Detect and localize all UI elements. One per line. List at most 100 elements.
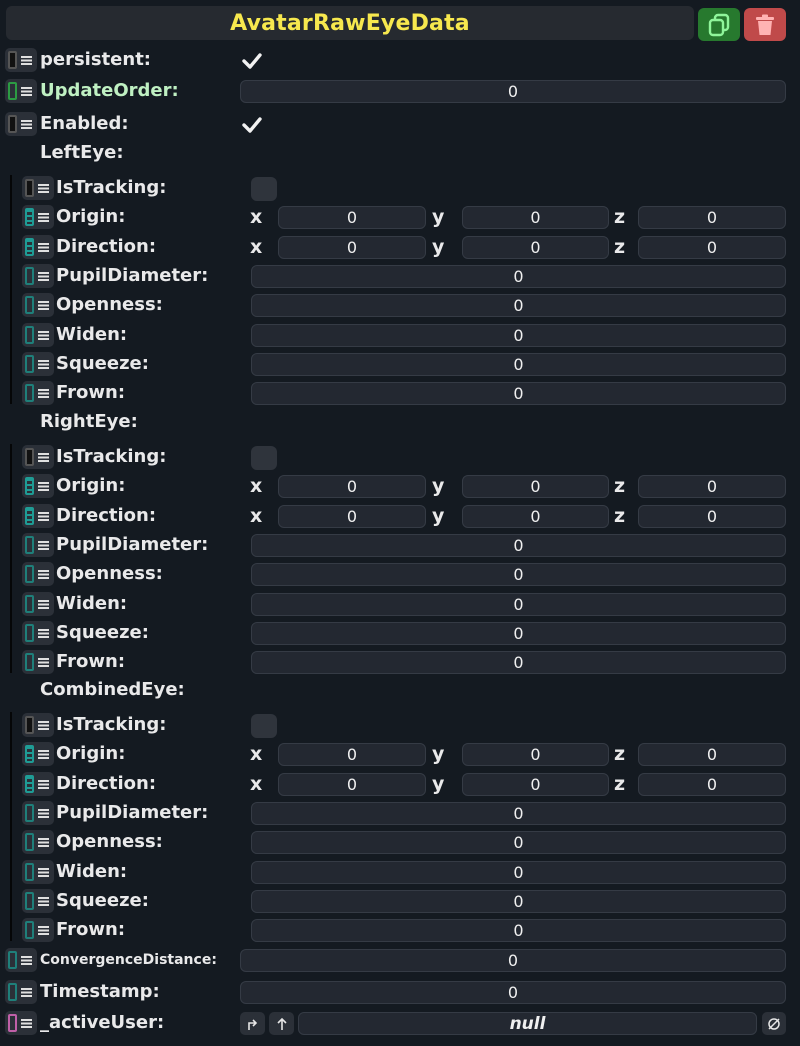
eye-squeeze-row: Squeeze: 0 [0, 350, 800, 378]
field-handle[interactable] [22, 592, 54, 616]
eye-openness-input[interactable]: 0 [251, 294, 786, 317]
eye-pupil-diameter-input[interactable]: 0 [251, 534, 786, 557]
axis-x-label: x [250, 475, 263, 497]
eye-widen-input[interactable]: 0 [251, 593, 786, 616]
checkmark-icon [242, 117, 262, 133]
origin-y-input[interactable]: 0 [462, 475, 609, 498]
field-handle[interactable] [5, 948, 37, 972]
field-handle[interactable] [22, 474, 54, 498]
eye-widen-row: Widen: 0 [0, 590, 800, 618]
axis-z-label: z [614, 743, 626, 765]
eye-frown-input[interactable]: 0 [251, 651, 786, 674]
field-handle[interactable] [22, 918, 54, 942]
origin-x-input[interactable]: 0 [278, 743, 426, 766]
direction-y-input[interactable]: 0 [462, 236, 609, 259]
field-handle[interactable] [22, 381, 54, 405]
field-handle[interactable] [5, 112, 37, 136]
direction-z-input[interactable]: 0 [638, 773, 786, 796]
field-handle[interactable] [22, 650, 54, 674]
field-handle[interactable] [22, 293, 54, 317]
eye-squeeze-input[interactable]: 0 [251, 353, 786, 376]
eye-openness-row: Openness: 0 [0, 291, 800, 319]
direction-z-input[interactable]: 0 [638, 236, 786, 259]
field-handle[interactable] [5, 1011, 37, 1035]
field-handle[interactable] [22, 830, 54, 854]
field-handle[interactable] [22, 621, 54, 645]
convergence-distance-input[interactable]: 0 [240, 949, 786, 972]
field-handle[interactable] [22, 176, 54, 200]
direction-x-input[interactable]: 0 [278, 773, 426, 796]
active-user-reference-field[interactable]: null [298, 1012, 757, 1035]
field-handle[interactable] [5, 980, 37, 1004]
eye-openness-input[interactable]: 0 [251, 563, 786, 586]
origin-z-input[interactable]: 0 [638, 475, 786, 498]
field-handle[interactable] [22, 801, 54, 825]
hamburger-icon [21, 87, 32, 96]
hamburger-icon [38, 809, 49, 818]
clear-reference-button[interactable] [762, 1012, 786, 1035]
open-reference-button[interactable] [240, 1012, 265, 1035]
select-parent-button[interactable] [269, 1012, 294, 1035]
field-handle[interactable] [22, 352, 54, 376]
hamburger-icon [38, 600, 49, 609]
direction-y-input[interactable]: 0 [462, 505, 609, 528]
eye-squeeze-label: Squeeze: [56, 890, 149, 911]
is-tracking-checkbox[interactable] [251, 446, 277, 470]
axis-x-label: x [250, 773, 263, 795]
origin-x-input[interactable]: 0 [278, 206, 426, 229]
origin-z-input[interactable]: 0 [638, 206, 786, 229]
persistent-label: persistent: [40, 49, 151, 70]
eye-widen-input[interactable]: 0 [251, 861, 786, 884]
hamburger-icon [38, 897, 49, 906]
delete-button[interactable] [744, 8, 786, 41]
eye-squeeze-input[interactable]: 0 [251, 622, 786, 645]
direction-z-input[interactable]: 0 [638, 505, 786, 528]
trash-icon [756, 14, 774, 35]
field-handle[interactable] [22, 445, 54, 469]
eye-openness-input[interactable]: 0 [251, 831, 786, 854]
eye-frown-input[interactable]: 0 [251, 382, 786, 405]
eye-frown-input[interactable]: 0 [251, 919, 786, 942]
timestamp-row: Timestamp: 0 [0, 978, 800, 1006]
field-handle[interactable] [22, 323, 54, 347]
eye-pupil-diameter-input[interactable]: 0 [251, 265, 786, 288]
checkmark-icon [242, 53, 262, 69]
field-handle[interactable] [22, 742, 54, 766]
field-handle[interactable] [22, 713, 54, 737]
field-handle[interactable] [22, 533, 54, 557]
direction-y-input[interactable]: 0 [462, 773, 609, 796]
update-order-input[interactable]: 0 [240, 80, 786, 103]
origin-x-input[interactable]: 0 [278, 475, 426, 498]
field-handle[interactable] [22, 562, 54, 586]
origin-y-input[interactable]: 0 [462, 743, 609, 766]
enabled-checkbox[interactable] [240, 113, 264, 137]
field-handle[interactable] [22, 205, 54, 229]
origin-z-input[interactable]: 0 [638, 743, 786, 766]
direction-x-input[interactable]: 0 [278, 236, 426, 259]
eye-origin-row: Origin: x 0 y 0 z 0 [0, 472, 800, 500]
field-handle[interactable] [22, 772, 54, 796]
field-handle[interactable] [5, 48, 37, 72]
eye-pupil-diameter-input[interactable]: 0 [251, 802, 786, 825]
field-handle[interactable] [22, 264, 54, 288]
hamburger-icon [38, 301, 49, 310]
eye-widen-input[interactable]: 0 [251, 324, 786, 347]
axis-y-label: y [432, 236, 445, 258]
timestamp-input[interactable]: 0 [240, 981, 786, 1004]
field-handle[interactable] [22, 504, 54, 528]
up-arrow-icon [276, 1017, 287, 1030]
axis-x-label: x [250, 505, 263, 527]
eye-squeeze-input[interactable]: 0 [251, 890, 786, 913]
direction-x-input[interactable]: 0 [278, 505, 426, 528]
hamburger-icon [38, 926, 49, 935]
field-handle[interactable] [5, 79, 37, 103]
field-handle[interactable] [22, 860, 54, 884]
origin-y-input[interactable]: 0 [462, 206, 609, 229]
duplicate-button[interactable] [698, 8, 740, 41]
eye-pupil-diameter-label: PupilDiameter: [56, 534, 209, 555]
field-handle[interactable] [22, 235, 54, 259]
persistent-checkbox[interactable] [240, 49, 264, 73]
is-tracking-checkbox[interactable] [251, 714, 277, 738]
field-handle[interactable] [22, 889, 54, 913]
is-tracking-checkbox[interactable] [251, 177, 277, 201]
